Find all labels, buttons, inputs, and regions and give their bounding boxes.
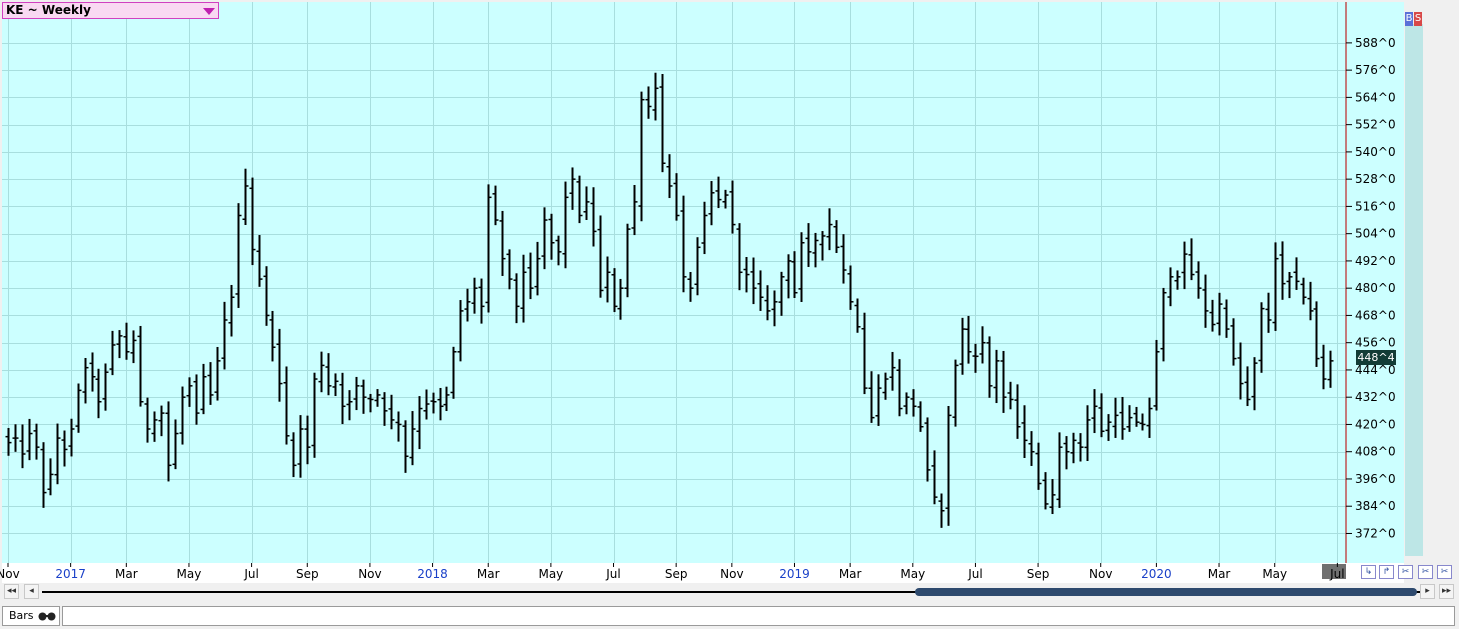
binoculars-icon [38, 612, 56, 621]
y-tick-label: 588^0 [1355, 36, 1396, 50]
chart-style-label: Bars [9, 609, 34, 622]
x-tick-label: 2020 [1141, 567, 1172, 581]
y-tick-label: 528^0 [1355, 172, 1396, 186]
price-chart[interactable]: 372^0 384^0 396^0 408^0 420^0 432^0 444^0 456^0… [0, 0, 1459, 583]
symbol-selector[interactable]: KE ~ Weekly [2, 2, 219, 19]
scroll-first-icon[interactable]: ◂◂ [4, 584, 19, 599]
x-tick-label: Mar [477, 567, 500, 581]
x-tick-label: May [1262, 567, 1287, 581]
x-tick-label: Mar [1208, 567, 1231, 581]
y-tick-label: 576^0 [1355, 63, 1396, 77]
x-tick-label: May [177, 567, 202, 581]
x-tick-label: Nov [720, 567, 743, 581]
x-tick-label: Jul [243, 567, 258, 581]
x-tick-label: Mar [115, 567, 138, 581]
status-bar: Bars [0, 604, 1459, 629]
tool-icon-2[interactable]: ↱ [1379, 565, 1394, 579]
x-tick-label: Jul [967, 567, 982, 581]
x-axis-background [2, 563, 1404, 583]
y-tick-label: 372^0 [1355, 526, 1396, 540]
x-tick-label: Mar [839, 567, 862, 581]
x-tick-label: May [900, 567, 925, 581]
y-tick-label: 540^0 [1355, 145, 1396, 159]
y-tick-label: 552^0 [1355, 118, 1396, 132]
x-tick-label: Sep [296, 567, 319, 581]
dropdown-arrow-icon[interactable] [203, 8, 215, 15]
x-tick-label: Sep [665, 567, 688, 581]
scroll-left-icon[interactable]: ◂ [24, 584, 39, 599]
symbol-label: KE ~ Weekly [6, 3, 91, 17]
y-tick-label: 504^0 [1355, 227, 1396, 241]
scroll-right-icon[interactable]: ▸ [1420, 584, 1435, 599]
status-message-area [62, 606, 1455, 626]
chart-style-selector[interactable]: Bars [2, 606, 60, 626]
y-tick-label: 468^0 [1355, 308, 1396, 322]
y-tick-label: 456^0 [1355, 336, 1396, 350]
x-tick-label: 2018 [417, 567, 448, 581]
y-tick-label: 384^0 [1355, 499, 1396, 513]
x-tick-label: Jul [605, 567, 620, 581]
sell-button[interactable]: S [1414, 12, 1422, 26]
y-tick-label: 492^0 [1355, 254, 1396, 268]
y-tick-label: 564^0 [1355, 90, 1396, 104]
zoom-out-icon[interactable]: ✂ [1398, 565, 1413, 579]
x-tick-label: Nov [358, 567, 381, 581]
scroll-last-icon[interactable]: ▸▸ [1439, 584, 1454, 599]
plot-area[interactable] [2, 2, 1346, 563]
y-tick-label: 480^0 [1355, 281, 1396, 295]
y-tick-label: 516^0 [1355, 199, 1396, 213]
right-panel-strip [1405, 24, 1423, 556]
scroll-thumb[interactable] [915, 588, 1417, 596]
x-tick-label: Jul [1329, 567, 1344, 581]
buy-button[interactable]: B [1405, 12, 1413, 26]
y-tick-label: 396^0 [1355, 472, 1396, 486]
tool-icon-1[interactable]: ↳ [1361, 565, 1376, 579]
y-tick-label: 444^0 [1355, 363, 1396, 377]
x-tick-label: May [538, 567, 563, 581]
horizontal-scrollbar[interactable]: ◂◂ ◂ ▸ ▸▸ [0, 583, 1459, 600]
x-tick-label: Nov [1089, 567, 1112, 581]
x-tick-label: Nov [0, 567, 20, 581]
scissors-icon[interactable]: ✂ [1437, 565, 1452, 579]
y-tick-label: 432^0 [1355, 390, 1396, 404]
y-tick-label: 408^0 [1355, 445, 1396, 459]
x-tick-label: Sep [1027, 567, 1050, 581]
zoom-in-icon[interactable]: ✂ [1418, 565, 1433, 579]
y-tick-label: 420^0 [1355, 417, 1396, 431]
last-price-tag: 448^4 [1356, 350, 1396, 365]
x-tick-label: 2019 [779, 567, 810, 581]
x-tick-label: 2017 [55, 567, 86, 581]
